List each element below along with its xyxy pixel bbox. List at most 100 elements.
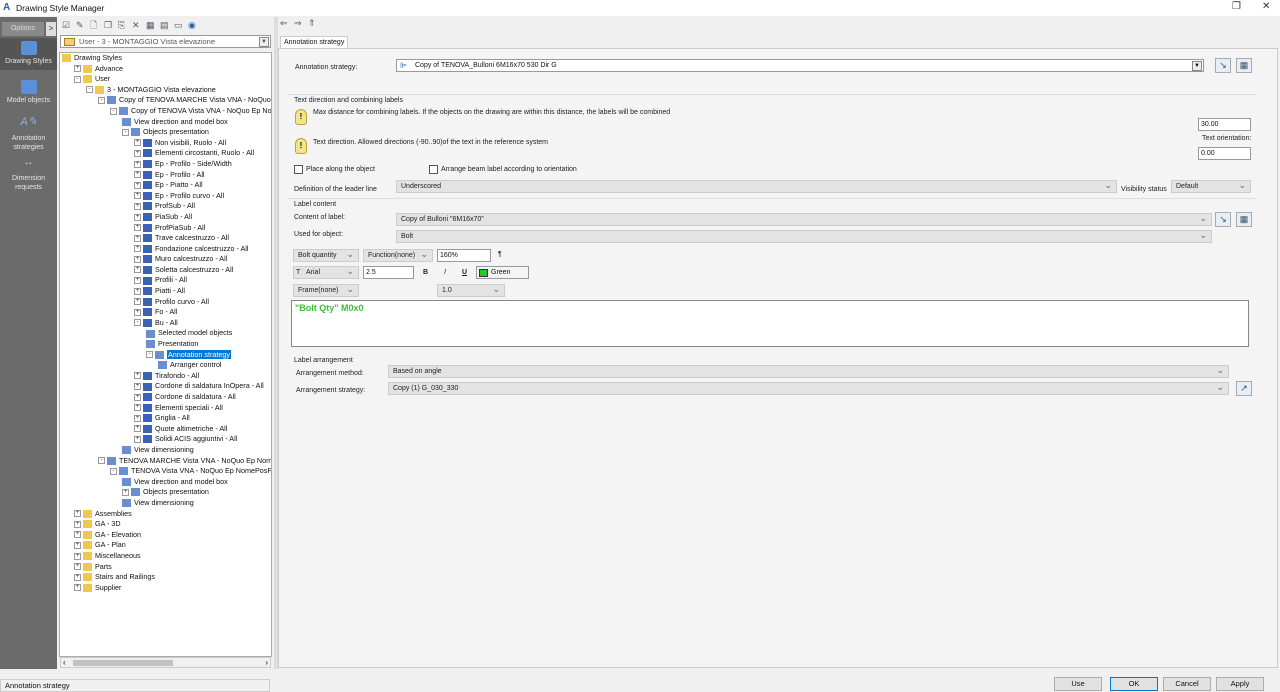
dropdown-arrow-icon[interactable]: ▼ [1192,61,1202,71]
expand-toggle-icon[interactable]: + [74,584,81,592]
tree-item[interactable]: + Miscellaneous [60,551,271,562]
expand-toggle-icon[interactable]: + [134,255,141,263]
font-select[interactable]: T Arial [293,265,359,279]
tree-item[interactable]: - Copy of TENOVA MARCHE Vista VNA - NoQuo… [60,95,271,106]
expand-toggle-icon[interactable]: - [98,96,105,104]
tree-item[interactable]: + Griglia - All [60,413,271,424]
function-select[interactable]: Function(none) [363,248,433,262]
tree-item[interactable]: - User [60,74,271,85]
tree-item[interactable]: Selected model objects [60,328,271,339]
place-along-checkbox[interactable] [294,165,303,174]
copy-icon[interactable]: ❐ [104,20,115,31]
used-for-object-select[interactable]: Bolt [396,229,1212,243]
tree-horizontal-scrollbar[interactable]: ‹ › [60,657,271,668]
tree-item[interactable]: View dimensioning [60,445,271,456]
style-selector-combo[interactable]: User - 3 - MONTAGGIO Vista elevazione ▼ [60,35,271,48]
tree-item[interactable]: + Solidi ACIS aggiuntivi - All [60,434,271,445]
expand-toggle-icon[interactable]: + [134,435,141,443]
tree-item[interactable]: + Cordone di saldatura - All [60,392,271,403]
expand-toggle-icon[interactable]: + [134,213,141,221]
cancel-button[interactable]: Cancel [1163,677,1211,691]
tree-item[interactable]: + Trave calcestruzzo - All [60,233,271,244]
use-button[interactable]: Use [1054,677,1102,691]
expand-toggle-icon[interactable]: + [134,425,141,433]
nav-model-objects[interactable]: Model objects [0,80,57,105]
expand-toggle-icon[interactable]: + [122,488,129,496]
preview-icon[interactable]: ▭ [174,20,185,31]
tree-item[interactable]: + Profili - All [60,275,271,286]
paragraph-button[interactable]: ¶ [498,251,502,258]
tree-item[interactable]: + ProfPiaSub - All [60,223,271,234]
expand-toggle-icon[interactable]: + [134,372,141,380]
tree-item[interactable]: + Non visibili, Ruolo - All [60,138,271,149]
text-orientation-input[interactable]: 0.00 [1198,147,1251,160]
expand-toggle-icon[interactable]: + [134,383,141,390]
check-icon[interactable]: ☑ [62,20,73,31]
expand-toggle-icon[interactable]: + [134,181,141,189]
expand-toggle-icon[interactable]: + [134,234,141,242]
expand-toggle-icon[interactable]: - [110,107,117,115]
close-icon[interactable]: ✕ [1262,1,1270,12]
italic-button[interactable]: I [444,269,446,276]
tree-item[interactable]: + ProfSub - All [60,201,271,212]
expand-toggle-icon[interactable]: + [74,65,81,73]
property-select[interactable]: Bolt quantity [293,248,359,262]
expand-toggle-icon[interactable]: - [122,128,129,136]
tree-item[interactable]: View dimensioning [60,498,271,509]
expand-toggle-icon[interactable]: + [134,149,141,157]
tree-item[interactable]: View direction and model box [60,117,271,128]
strategy-library-button[interactable]: ▦ [1236,58,1252,73]
expand-toggle-icon[interactable]: + [74,510,81,518]
expand-toggle-icon[interactable]: + [74,541,81,549]
tree-item[interactable]: + Advance [60,64,271,75]
back-arrow-icon[interactable]: ⇐ [280,18,291,29]
annotation-strategy-select[interactable]: ⊫ Copy of TENOVA_Bulloni 6M16x70 530 Dir… [396,59,1204,72]
scroll-right-icon[interactable]: › [265,658,268,667]
new-style-icon[interactable]: ✎ [76,20,87,31]
expand-toggle-icon[interactable]: + [134,404,141,412]
tree-item[interactable]: + Quote altimetriche - All [60,424,271,435]
expand-toggle-icon[interactable]: - [146,351,153,359]
underline-button[interactable]: U [462,269,467,276]
tree-item[interactable]: + Profilo curvo - All [60,297,271,308]
tree-item[interactable]: + Ep - Profilo curvo - All [60,191,271,202]
expand-toggle-icon[interactable]: - [134,319,141,327]
up-arrow-icon[interactable]: ⇑ [308,18,319,29]
expand-toggle-icon[interactable]: - [86,86,93,94]
tree-item[interactable]: View direction and model box [60,477,271,488]
scale-select[interactable]: 160% [437,249,491,262]
options-expand-button[interactable]: > [46,22,56,36]
tree-item[interactable]: + Muro calcestruzzo - All [60,254,271,265]
edit-strategy-button[interactable]: ↘ [1215,58,1231,73]
tree-item[interactable]: + Soletta calcestruzzo - All [60,265,271,276]
drawing-styles-tree[interactable]: Drawing Styles + Advance - User -3 - MONTAGGI… [59,52,272,657]
nav-drawing-styles[interactable]: Drawing Styles [0,38,57,70]
expand-toggle-icon[interactable]: - [74,75,81,83]
expand-toggle-icon[interactable]: + [134,298,141,306]
expand-toggle-icon[interactable]: + [134,202,141,210]
max-distance-input[interactable]: 30.00 [1198,118,1251,131]
expand-toggle-icon[interactable]: + [134,224,141,232]
expand-toggle-icon[interactable]: - [98,457,105,465]
tree-item[interactable]: - Copy of TENOVA Vista VNA - NoQuo Ep Nor [60,106,271,117]
tree-item[interactable]: - Objects presentation [60,127,271,138]
tree-item[interactable]: + Cordone di saldatura InOpera - All [60,381,271,392]
tree-item[interactable]: - Annotation strategy [60,349,271,361]
expand-toggle-icon[interactable]: + [134,308,141,316]
tree-item[interactable]: + Parts [60,562,271,573]
rename-icon[interactable]: ⎘ [118,20,129,31]
expand-toggle-icon[interactable]: + [134,139,141,147]
expand-toggle-icon[interactable]: + [134,245,141,253]
expand-toggle-icon[interactable]: + [134,171,141,179]
tree-item[interactable]: - Bu - All [60,318,271,329]
export-icon[interactable]: ▤ [160,20,171,31]
label-content-editor[interactable]: "Bolt Qty" M0x0 [291,300,1249,347]
edit-arrangement-button[interactable]: ↗ [1236,381,1252,396]
expand-toggle-icon[interactable]: + [74,573,81,581]
tree-item[interactable]: + PiaSub - All [60,212,271,223]
content-library-button[interactable]: ▦ [1236,212,1252,227]
expand-toggle-icon[interactable]: + [134,287,141,295]
tree-item[interactable]: + Elementi circostanti, Ruolo - All [60,148,271,159]
frame-select[interactable]: Frame(none) [293,283,359,297]
color-select[interactable]: Green [476,266,529,279]
